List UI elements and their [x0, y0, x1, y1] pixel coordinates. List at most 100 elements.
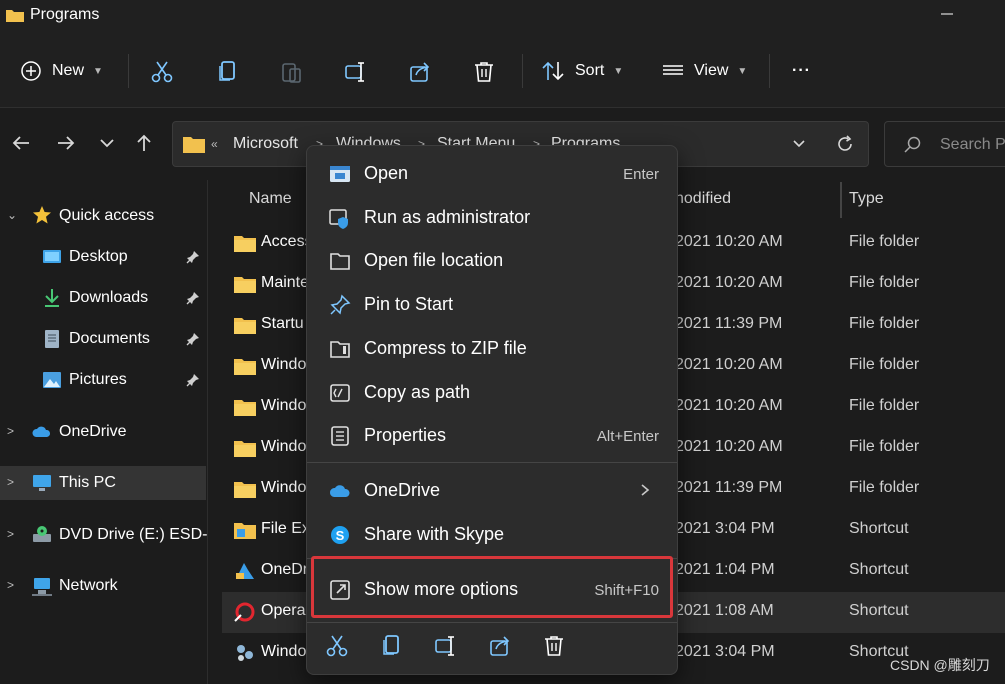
chevron-right-icon[interactable]: >: [7, 578, 14, 592]
delete-icon[interactable]: [472, 60, 496, 84]
nav-dvd-drive[interactable]: > DVD Drive (E:) ESD-: [0, 518, 207, 552]
menu-item-copy-as-path[interactable]: Copy as path: [315, 372, 671, 412]
copy-icon[interactable]: [380, 634, 404, 658]
share-icon[interactable]: [408, 60, 432, 84]
nav-documents[interactable]: Documents: [0, 322, 206, 356]
divider: [769, 54, 770, 88]
computer-icon: [33, 475, 51, 491]
delete-icon[interactable]: [542, 634, 566, 658]
chevron-down-icon[interactable]: ⌄: [7, 208, 17, 222]
rename-icon[interactable]: [344, 60, 368, 84]
column-header-type[interactable]: Type: [849, 190, 884, 208]
chevron-right-icon[interactable]: >: [7, 475, 14, 489]
file-type: File folder: [849, 397, 920, 414]
file-type: File folder: [849, 233, 920, 250]
chevron-right-icon[interactable]: >: [7, 424, 14, 438]
up-arrow-icon[interactable]: [133, 132, 155, 154]
divider: [522, 54, 523, 88]
nav-pictures[interactable]: Pictures: [0, 363, 206, 397]
onedrive-shortcut-icon: [236, 563, 254, 579]
sort-label: Sort: [575, 62, 605, 79]
rename-icon[interactable]: [434, 634, 458, 658]
file-name: Windo: [261, 397, 307, 414]
file-date-modified: 2021 3:04 PM: [675, 520, 775, 537]
file-type: File folder: [849, 274, 920, 291]
file-type: File folder: [849, 479, 920, 496]
file-name: Windo: [261, 356, 307, 373]
folder-icon: [183, 137, 205, 153]
chevron-down-icon: ▼: [613, 65, 624, 77]
skype-icon: S: [331, 526, 349, 544]
chevron-down-icon: ▼: [93, 65, 103, 77]
dvd-drive-icon: [33, 526, 51, 542]
search-input[interactable]: Search P: [940, 136, 1005, 154]
nav-this-pc[interactable]: > This PC: [0, 466, 206, 500]
menu-item-pin-to-start[interactable]: Pin to Start: [315, 284, 671, 324]
chevron-right-icon[interactable]: >: [7, 527, 14, 541]
folder-icon: [234, 482, 256, 498]
chevron-down-icon[interactable]: [791, 137, 807, 151]
menu-item-properties-label: Properties: [364, 425, 447, 445]
chevron-down-icon: ▼: [737, 65, 748, 77]
breadcrumb-microsoft[interactable]: Microsoft: [233, 135, 298, 153]
sort-button[interactable]: Sort ▼: [541, 56, 623, 86]
nav-onedrive[interactable]: > OneDrive: [0, 415, 206, 449]
search-box[interactable]: Search P: [884, 121, 1005, 167]
minimize-icon[interactable]: [940, 6, 954, 20]
menu-item-open-file-location[interactable]: Open file location: [315, 240, 671, 280]
copy-icon[interactable]: [216, 60, 240, 84]
nav-quick-access[interactable]: ⌄ Quick access: [0, 199, 206, 233]
recent-locations-icon[interactable]: [96, 132, 118, 154]
nav-network[interactable]: > Network: [0, 569, 206, 603]
folder-icon: [234, 359, 256, 375]
cut-icon[interactable]: [325, 634, 349, 658]
column-header-name[interactable]: Name: [249, 190, 292, 208]
overflow-chevron-icon[interactable]: «: [211, 137, 218, 151]
chevron-right-icon: [641, 484, 650, 496]
menu-item-open[interactable]: Open Enter: [315, 153, 671, 193]
back-arrow-icon[interactable]: [10, 132, 32, 154]
plus-circle-icon: [21, 61, 41, 81]
file-date-modified: 2021 10:20 AM: [675, 233, 783, 250]
share-icon[interactable]: [488, 634, 512, 658]
zip-icon: [330, 341, 350, 358]
menu-item-compress-zip-label: Compress to ZIP file: [364, 338, 527, 358]
pin-icon[interactable]: [186, 332, 200, 346]
column-header-modified[interactable]: nodified: [675, 190, 731, 208]
download-icon: [45, 289, 59, 307]
menu-item-open-label: Open: [364, 163, 409, 183]
pin-icon[interactable]: [186, 250, 200, 264]
nav-documents-label: Documents: [69, 330, 150, 347]
forward-arrow-icon[interactable]: [55, 132, 77, 154]
file-name: Startu: [261, 315, 304, 332]
column-resize-handle[interactable]: [840, 182, 842, 218]
properties-icon: [331, 426, 349, 446]
menu-item-properties[interactable]: Properties Alt+Enter: [315, 415, 671, 455]
menu-item-run-as-administrator[interactable]: Run as administrator: [315, 197, 671, 237]
view-button[interactable]: View ▼: [662, 56, 747, 86]
menu-separator: [307, 462, 677, 463]
menu-item-share-with-skype[interactable]: S Share with Skype: [315, 514, 671, 554]
cut-icon[interactable]: [150, 60, 174, 84]
file-date-modified: 2021 10:20 AM: [675, 438, 783, 455]
pin-icon[interactable]: [186, 291, 200, 305]
search-icon: [904, 136, 921, 153]
file-date-modified: 2021 1:04 PM: [675, 561, 775, 578]
new-button[interactable]: New ▼: [20, 56, 103, 86]
folder-icon: [234, 277, 256, 293]
nav-desktop[interactable]: Desktop: [0, 240, 206, 274]
menu-item-compress-zip[interactable]: Compress to ZIP file: [315, 328, 671, 368]
file-name: Opera: [261, 602, 306, 619]
view-label: View: [694, 62, 729, 79]
view-icon: [663, 65, 683, 75]
nav-pictures-label: Pictures: [69, 371, 127, 388]
menu-item-onedrive[interactable]: OneDrive: [315, 470, 671, 510]
paste-icon[interactable]: [280, 60, 304, 84]
refresh-icon[interactable]: [835, 134, 855, 154]
more-options-button[interactable]: ···: [792, 56, 811, 86]
cloud-icon: [32, 426, 51, 437]
file-name: Windo: [261, 643, 307, 660]
nav-downloads[interactable]: Downloads: [0, 281, 206, 315]
window-title: Programs: [30, 6, 100, 23]
pin-icon[interactable]: [186, 373, 200, 387]
